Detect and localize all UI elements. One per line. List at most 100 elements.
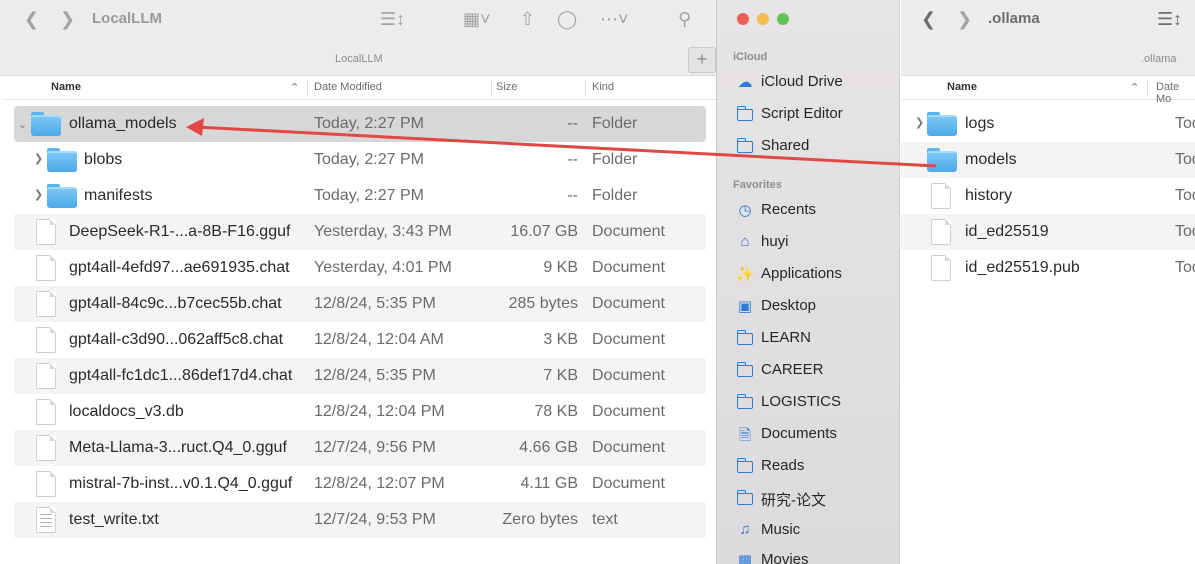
zoom-button[interactable] [777, 13, 789, 25]
sidebar-item-label: Music [761, 521, 801, 538]
file-list: ⌄ ollama_models Today, 2:27 PM -- Folder… [14, 106, 706, 538]
column-divider[interactable] [307, 79, 308, 96]
file-name: test_write.txt [69, 511, 159, 528]
table-row[interactable]: ❯ blobs Today, 2:27 PM -- Folder [14, 142, 706, 178]
document-icon [36, 327, 56, 353]
file-kind: Folder [592, 151, 638, 168]
finder-sidebar: iCloud ☁ iCloud Drive Script Editor Shar… [716, 0, 900, 564]
action-menu-icon[interactable]: ⋯˅ [600, 9, 629, 29]
file-date: Today [1175, 151, 1195, 168]
file-name: manifests [84, 187, 153, 204]
sidebar-item-label: LOGISTICS [761, 393, 842, 410]
table-row[interactable]: ⌄ ollama_models Today, 2:27 PM -- Folder [14, 106, 706, 142]
search-icon[interactable]: ⚲ [678, 9, 691, 29]
sidebar-item-label: huyi [761, 233, 789, 250]
sidebar-item-label: Shared [761, 137, 810, 154]
table-row[interactable]: test_write.txt 12/7/24, 9:53 PM Zero byt… [14, 502, 706, 538]
home-icon: ⌂ [740, 233, 750, 250]
sort-chevron-icon[interactable]: ⌃ [290, 81, 299, 94]
file-date: 12/8/24, 12:07 PM [314, 475, 445, 492]
close-button[interactable] [737, 13, 749, 25]
table-row[interactable]: gpt4all-84c9c...b7cec55b.chat 12/8/24, 5… [14, 286, 706, 322]
table-row[interactable]: localdocs_v3.db 12/8/24, 12:04 PM 78 KB … [14, 394, 706, 430]
column-name[interactable]: Name [947, 81, 977, 93]
share-icon[interactable]: ⇧ [520, 9, 535, 29]
table-row[interactable]: ❯ manifests Today, 2:27 PM -- Folder [14, 178, 706, 214]
document-icon [36, 435, 56, 461]
folder-icon [31, 112, 61, 136]
file-name: Meta-Llama-3...ruct.Q4_0.gguf [69, 439, 287, 456]
cloud-icon: ☁ [737, 74, 753, 91]
table-row[interactable]: gpt4all-4efd97...ae691935.chat Yesterday… [14, 250, 706, 286]
table-row[interactable]: Meta-Llama-3...ruct.Q4_0.gguf 12/7/24, 9… [14, 430, 706, 466]
table-row[interactable]: gpt4all-fc1dc1...86def17d4.chat 12/8/24,… [14, 358, 706, 394]
path-label: .ollama [1141, 53, 1177, 65]
desktop-stage: ❮ ❯ LocalLLM ☰↕ ▦˅ ⇧ ◯ ⋯˅ ⚲ LocalLLM + N… [0, 0, 1195, 564]
column-size[interactable]: Size [496, 81, 517, 93]
sidebar-item-label: LEARN [761, 329, 812, 346]
column-date[interactable]: Date Mo [1156, 81, 1195, 105]
file-name: id_ed25519.pub [965, 259, 1080, 276]
table-row[interactable]: DeepSeek-R1-...a-8B-F16.gguf Yesterday, … [14, 214, 706, 250]
clock-icon: ◷ [738, 202, 752, 219]
document-icon [36, 291, 56, 317]
disclosure-collapsed-icon[interactable]: ❯ [915, 116, 924, 129]
column-date[interactable]: Date Modified [314, 81, 382, 93]
forward-icon[interactable]: ❯ [60, 9, 75, 29]
tag-icon[interactable]: ◯ [557, 9, 577, 29]
file-date: Today [1175, 223, 1195, 240]
sidebar-item-label: Applications [761, 265, 842, 282]
disclosure-expanded-icon[interactable]: ⌄ [18, 118, 27, 131]
file-date: Today [1175, 259, 1195, 276]
path-bar: LocalLLM [0, 40, 716, 76]
disclosure-collapsed-icon[interactable]: ❯ [34, 188, 43, 201]
applications-icon: ✨ [735, 266, 755, 283]
document-icon: 🗎 [738, 427, 752, 444]
list-view-icon[interactable]: ☰↕ [1157, 9, 1182, 29]
table-row[interactable]: gpt4all-c3d90...062aff5c8.chat 12/8/24, … [14, 322, 706, 358]
document-icon [931, 219, 951, 245]
table-row[interactable]: id_ed25519.pub Today [901, 250, 1195, 286]
table-row[interactable]: ❯ logs Today [901, 106, 1195, 142]
column-divider[interactable] [1147, 79, 1148, 96]
file-size: -- [567, 115, 578, 132]
forward-icon[interactable]: ❯ [957, 9, 972, 29]
sidebar-item-label: Reads [761, 457, 805, 474]
sidebar-item-label: Movies [761, 551, 809, 564]
table-row[interactable]: id_ed25519 Today [901, 214, 1195, 250]
file-size: Zero bytes [502, 511, 578, 528]
column-name[interactable]: Name [51, 81, 81, 93]
table-row[interactable]: models Today [901, 142, 1195, 178]
music-icon: ♫ [739, 521, 751, 538]
back-icon[interactable]: ❮ [24, 9, 39, 29]
column-divider[interactable] [585, 79, 586, 96]
back-icon[interactable]: ❮ [921, 9, 936, 29]
file-kind: Document [592, 475, 665, 492]
column-header: Name ⌃ Date Modified Size Kind [4, 76, 716, 100]
file-name: logs [965, 115, 995, 132]
sort-chevron-icon[interactable]: ⌃ [1130, 81, 1139, 94]
table-row[interactable]: mistral-7b-inst...v0.1.Q4_0.gguf 12/8/24… [14, 466, 706, 502]
document-icon [36, 399, 56, 425]
shared-folder-icon [736, 138, 753, 153]
file-kind: Document [592, 223, 665, 240]
document-icon [36, 219, 56, 245]
disclosure-collapsed-icon[interactable]: ❯ [34, 152, 43, 165]
column-kind[interactable]: Kind [592, 81, 614, 93]
file-name: gpt4all-84c9c...b7cec55b.chat [69, 295, 282, 312]
group-view-icon[interactable]: ▦˅ [463, 9, 491, 29]
minimize-button[interactable] [757, 13, 769, 25]
file-size: 78 KB [534, 403, 578, 420]
document-icon [36, 255, 56, 281]
add-tab-button[interactable]: + [688, 47, 716, 73]
folder-icon [47, 148, 77, 172]
file-name: gpt4all-c3d90...062aff5c8.chat [69, 331, 284, 348]
file-date: Yesterday, 3:43 PM [314, 223, 452, 240]
file-date: 12/8/24, 12:04 AM [314, 331, 444, 348]
list-view-icon[interactable]: ☰↕ [380, 9, 405, 29]
column-divider[interactable] [491, 79, 492, 96]
table-row[interactable]: history Today [901, 178, 1195, 214]
document-icon [931, 255, 951, 281]
file-kind: text [592, 511, 618, 528]
folder-icon [736, 458, 753, 473]
